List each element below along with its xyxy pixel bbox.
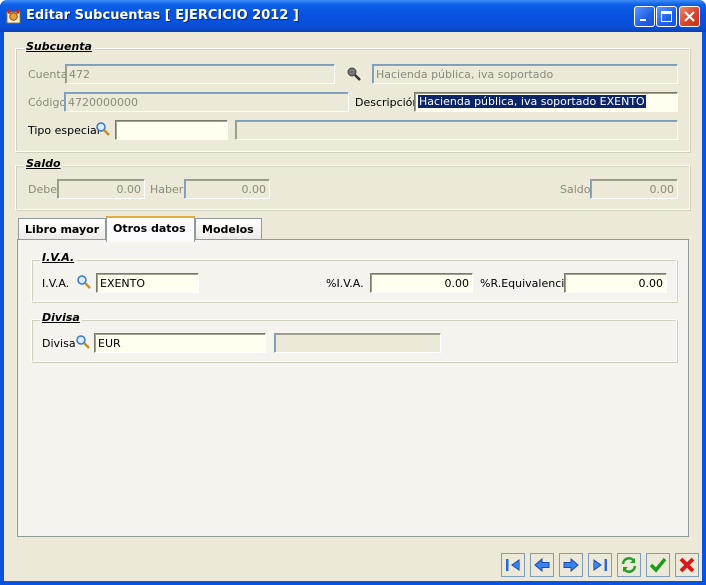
tab-modelos[interactable]: Modelos [195, 218, 262, 240]
haber-label: Haber [150, 183, 184, 196]
last-record-icon [593, 559, 607, 571]
iva-field[interactable]: EXENTO [96, 273, 199, 293]
divisa-field[interactable]: EUR [94, 333, 266, 353]
saldo-legend: Saldo [24, 157, 63, 170]
tipo-especial-field[interactable] [115, 120, 228, 140]
window-title: Editar Subcuentas [ EJERCICIO 2012 ] [26, 8, 299, 23]
maximize-icon [661, 11, 672, 22]
maximize-button[interactable] [656, 6, 677, 27]
iva-legend: I.V.A. [40, 251, 77, 264]
haber-field[interactable]: 0.00 [184, 179, 270, 199]
cuenta-description-field[interactable]: Hacienda pública, iva soportado [372, 64, 678, 84]
minimize-icon [640, 19, 646, 21]
divisa-label: Divisa [42, 337, 76, 350]
porcentaje-iva-field[interactable]: 0.00 [370, 273, 473, 293]
previous-record-icon [534, 557, 550, 573]
first-record-button[interactable] [501, 553, 525, 577]
refresh-button[interactable] [617, 553, 641, 577]
tab-modelos-label: Modelos [202, 223, 254, 236]
minimize-button[interactable] [634, 6, 655, 27]
descripcion-label: Descripción [355, 96, 420, 109]
tab-libro-mayor-label: Libro mayor [25, 223, 100, 236]
descripcion-selected-text: Hacienda pública, iva soportado EXENTO [418, 95, 646, 108]
saldo-total-field[interactable]: 0.00 [590, 179, 678, 199]
divisa-search-icon[interactable] [75, 334, 91, 350]
cancel-button[interactable] [675, 553, 699, 577]
recargo-equivalencia-field[interactable]: 0.00 [564, 273, 667, 293]
debe-label: Debe [28, 183, 57, 196]
dialog-body: Subcuenta Cuenta 472 Hacienda pública, i… [4, 32, 702, 581]
divisa-legend: Divisa [40, 311, 82, 324]
next-record-icon [563, 557, 579, 573]
descripcion-field[interactable]: Hacienda pública, iva soportado EXENTO [414, 92, 678, 112]
close-icon [684, 11, 695, 22]
iva-label: I.V.A. [42, 277, 70, 290]
last-record-button[interactable] [588, 553, 612, 577]
divisa-description-field[interactable] [274, 333, 441, 353]
tab-libro-mayor[interactable]: Libro mayor [18, 218, 106, 240]
tipo-especial-description-field[interactable] [235, 120, 678, 140]
saldo-total-label: Saldo [560, 183, 591, 196]
recargo-equivalencia-label: %R.Equivalencia [480, 277, 572, 290]
tab-otros-datos-label: Otros datos [113, 222, 186, 235]
next-record-button[interactable] [559, 553, 583, 577]
tab-otros-datos[interactable]: Otros datos [106, 216, 195, 242]
cuenta-search-icon[interactable] [346, 66, 362, 82]
debe-field[interactable]: 0.00 [57, 179, 145, 199]
tipo-especial-label: Tipo especial [28, 124, 100, 137]
cuenta-field[interactable]: 472 [65, 64, 335, 84]
porcentaje-iva-label: %I.V.A. [326, 277, 364, 290]
otros-datos-panel: I.V.A. I.V.A. EXENTO %I.V.A. 0.00 %R.Equ… [17, 239, 689, 537]
cuenta-label: Cuenta [28, 68, 68, 81]
refresh-icon [621, 557, 637, 573]
title-bar[interactable]: Editar Subcuentas [ EJERCICIO 2012 ] [0, 0, 706, 32]
accept-check-icon [649, 557, 667, 573]
window: Editar Subcuentas [ EJERCICIO 2012 ] Sub… [0, 0, 706, 585]
first-record-icon [506, 559, 520, 571]
iva-search-icon[interactable] [76, 274, 92, 290]
app-icon [6, 9, 21, 24]
accept-button[interactable] [646, 553, 670, 577]
cancel-x-icon [679, 557, 695, 573]
subcuenta-legend: Subcuenta [24, 40, 94, 53]
close-button[interactable] [679, 6, 700, 27]
tipo-especial-search-icon[interactable] [95, 121, 111, 137]
codigo-field[interactable]: 4720000000 [64, 92, 349, 112]
previous-record-button[interactable] [530, 553, 554, 577]
codigo-label: Código [28, 96, 67, 109]
